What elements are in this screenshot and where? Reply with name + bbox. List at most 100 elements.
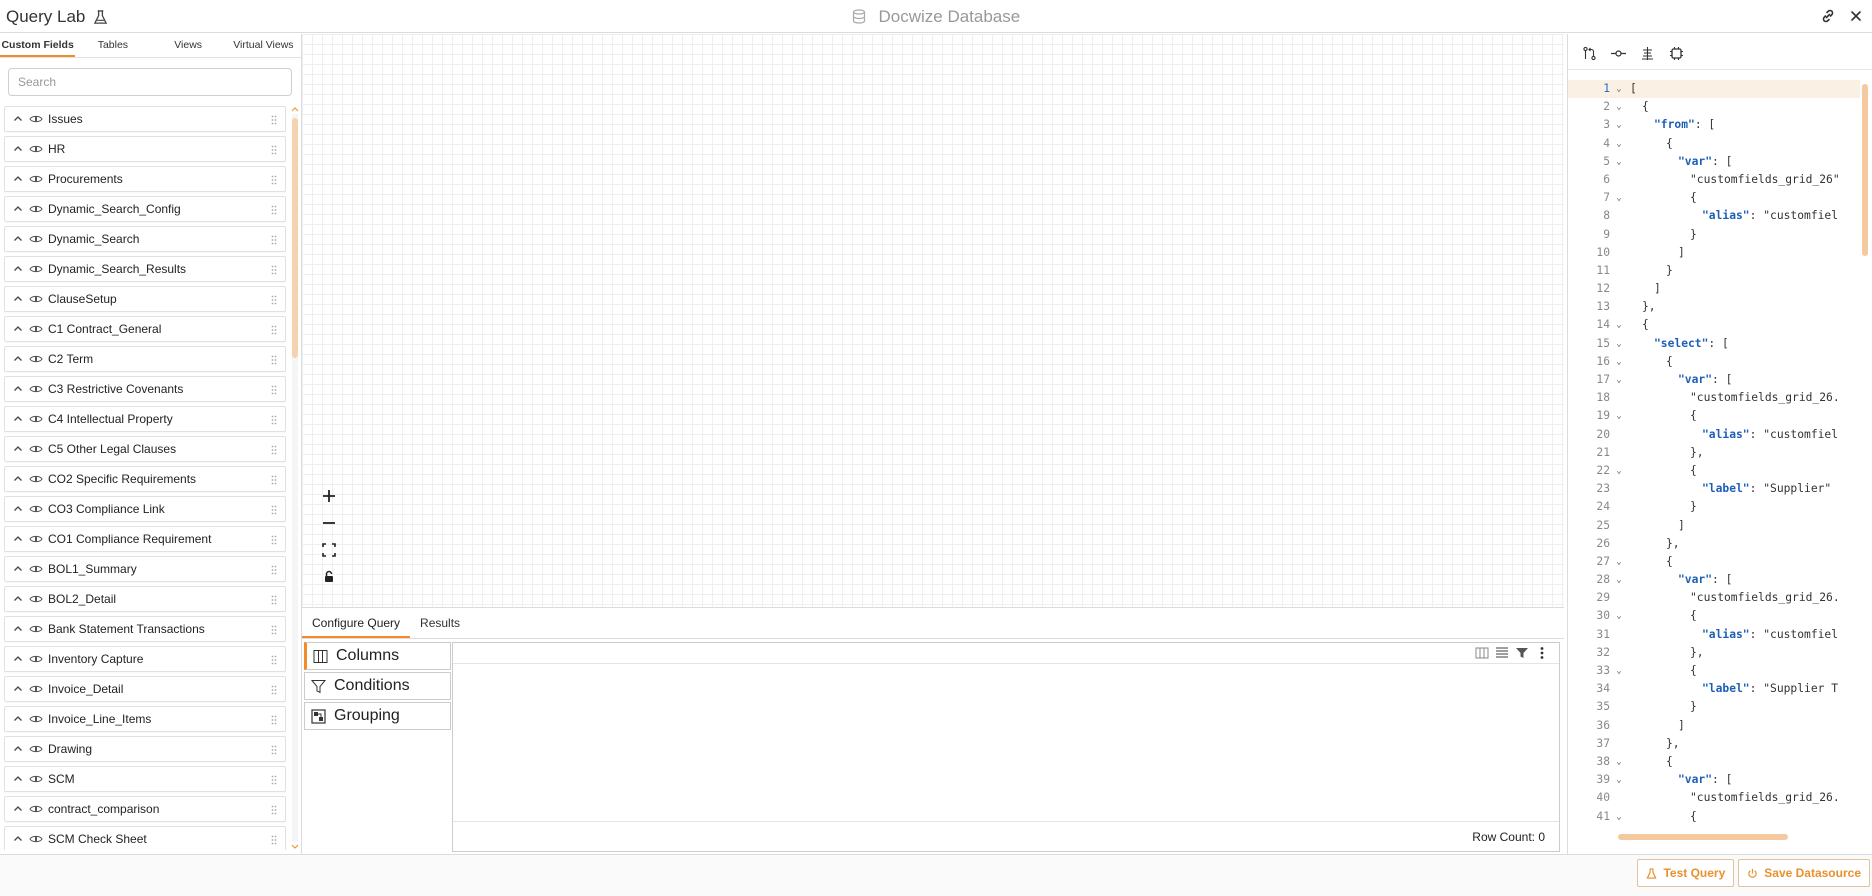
list-item[interactable]: BOL2_Detail — [4, 586, 286, 612]
view-icon[interactable] — [29, 294, 43, 304]
list-item[interactable]: C3 Restrictive Covenants — [4, 376, 286, 402]
chevron-up-icon[interactable] — [13, 324, 23, 334]
chevron-up-icon[interactable] — [13, 534, 23, 544]
tab-virtual-views[interactable]: Virtual Views — [226, 34, 301, 57]
list-item[interactable]: CO1 Compliance Requirement — [4, 526, 286, 552]
drag-handle-icon[interactable] — [271, 715, 277, 725]
fold-chevron-icon[interactable]: ⌄ — [1612, 316, 1626, 334]
scrollbar-thumb[interactable] — [292, 118, 298, 358]
drag-handle-icon[interactable] — [271, 625, 277, 635]
view-icon[interactable] — [29, 714, 43, 724]
code-horizontal-scrollbar[interactable] — [1612, 833, 1862, 841]
chevron-up-icon[interactable] — [13, 684, 23, 694]
config-grouping[interactable]: Grouping — [304, 702, 451, 730]
config-conditions[interactable]: Conditions — [304, 672, 451, 700]
chevron-up-icon[interactable] — [13, 654, 23, 664]
tab-views[interactable]: Views — [151, 34, 226, 57]
list-item[interactable]: C5 Other Legal Clauses — [4, 436, 286, 462]
query-canvas[interactable] — [302, 34, 1564, 608]
code-vertical-scrollbar[interactable] — [1861, 80, 1869, 832]
drag-handle-icon[interactable] — [271, 145, 277, 155]
scroll-down-icon[interactable] — [291, 844, 299, 850]
fold-chevron-icon[interactable]: ⌄ — [1612, 407, 1626, 425]
drag-handle-icon[interactable] — [271, 175, 277, 185]
drag-handle-icon[interactable] — [271, 265, 277, 275]
chevron-up-icon[interactable] — [13, 624, 23, 634]
drag-handle-icon[interactable] — [271, 115, 277, 125]
zoom-out-button[interactable] — [316, 509, 342, 536]
drag-handle-icon[interactable] — [271, 565, 277, 575]
chevron-up-icon[interactable] — [13, 594, 23, 604]
list-item[interactable]: BOL1_Summary — [4, 556, 286, 582]
list-item[interactable]: Issues — [4, 106, 286, 132]
view-icon[interactable] — [29, 804, 43, 814]
chevron-up-icon[interactable] — [13, 144, 23, 154]
zoom-in-button[interactable] — [316, 482, 342, 509]
fold-chevron-icon[interactable]: ⌄ — [1612, 189, 1626, 207]
list-item[interactable]: Dynamic_Search_Config — [4, 196, 286, 222]
view-icon[interactable] — [29, 744, 43, 754]
fold-chevron-icon[interactable]: ⌄ — [1612, 98, 1626, 116]
tab-results[interactable]: Results — [410, 609, 470, 638]
drag-handle-icon[interactable] — [271, 835, 277, 845]
view-icon[interactable] — [29, 834, 43, 844]
drag-handle-icon[interactable] — [271, 205, 277, 215]
drag-handle-icon[interactable] — [271, 325, 277, 335]
view-icon[interactable] — [29, 114, 43, 124]
list-item[interactable]: SCM Check Sheet — [4, 826, 286, 850]
fold-chevron-icon[interactable]: ⌄ — [1612, 662, 1626, 680]
density-icon[interactable] — [1495, 646, 1509, 660]
drag-handle-icon[interactable] — [271, 805, 277, 815]
view-icon[interactable] — [29, 564, 43, 574]
fold-chevron-icon[interactable]: ⌄ — [1612, 116, 1626, 134]
config-columns[interactable]: Columns — [304, 642, 451, 670]
test-query-button[interactable]: Test Query — [1637, 859, 1735, 887]
fold-chevron-icon[interactable]: ⌄ — [1612, 771, 1626, 789]
drag-handle-icon[interactable] — [271, 475, 277, 485]
drag-handle-icon[interactable] — [271, 685, 277, 695]
more-options-icon[interactable] — [1535, 646, 1549, 660]
chevron-up-icon[interactable] — [13, 774, 23, 784]
drag-handle-icon[interactable] — [271, 415, 277, 425]
tab-tables[interactable]: Tables — [75, 34, 150, 57]
chevron-up-icon[interactable] — [13, 744, 23, 754]
drag-handle-icon[interactable] — [271, 745, 277, 755]
fold-chevron-icon[interactable]: ⌄ — [1612, 335, 1626, 353]
commit-icon[interactable] — [1611, 46, 1626, 61]
fold-chevron-icon[interactable]: ⌄ — [1612, 371, 1626, 389]
close-icon[interactable] — [1848, 8, 1864, 24]
list-item[interactable]: Dynamic_Search_Results — [4, 256, 286, 282]
field-list-scrollbar[interactable] — [291, 106, 299, 850]
view-icon[interactable] — [29, 444, 43, 454]
fold-chevron-icon[interactable]: ⌄ — [1612, 553, 1626, 571]
view-icon[interactable] — [29, 594, 43, 604]
chevron-up-icon[interactable] — [13, 384, 23, 394]
drag-handle-icon[interactable] — [271, 655, 277, 665]
view-icon[interactable] — [29, 774, 43, 784]
chevron-up-icon[interactable] — [13, 834, 23, 844]
list-item[interactable]: HR — [4, 136, 286, 162]
view-icon[interactable] — [29, 144, 43, 154]
view-icon[interactable] — [29, 174, 43, 184]
save-datasource-button[interactable]: Save Datasource — [1738, 859, 1870, 887]
fold-chevron-icon[interactable]: ⌄ — [1612, 753, 1626, 771]
tab-custom-fields[interactable]: Custom Fields — [0, 34, 76, 57]
grid-filter-icon[interactable] — [1515, 646, 1529, 660]
drag-handle-icon[interactable] — [271, 595, 277, 605]
list-item[interactable]: C4 Intellectual Property — [4, 406, 286, 432]
list-item[interactable]: Dynamic_Search — [4, 226, 286, 252]
chevron-up-icon[interactable] — [13, 264, 23, 274]
list-item[interactable]: Inventory Capture — [4, 646, 286, 672]
link-icon[interactable] — [1820, 8, 1836, 24]
fold-chevron-icon[interactable]: ⌄ — [1612, 135, 1626, 153]
view-icon[interactable] — [29, 654, 43, 664]
drag-handle-icon[interactable] — [271, 235, 277, 245]
view-icon[interactable] — [29, 504, 43, 514]
view-icon[interactable] — [29, 414, 43, 424]
list-item[interactable]: C2 Term — [4, 346, 286, 372]
fold-chevron-icon[interactable]: ⌄ — [1612, 571, 1626, 589]
chevron-up-icon[interactable] — [13, 414, 23, 424]
fold-chevron-icon[interactable]: ⌄ — [1612, 353, 1626, 371]
list-item[interactable]: CO3 Compliance Link — [4, 496, 286, 522]
chip-icon[interactable] — [1669, 46, 1684, 61]
